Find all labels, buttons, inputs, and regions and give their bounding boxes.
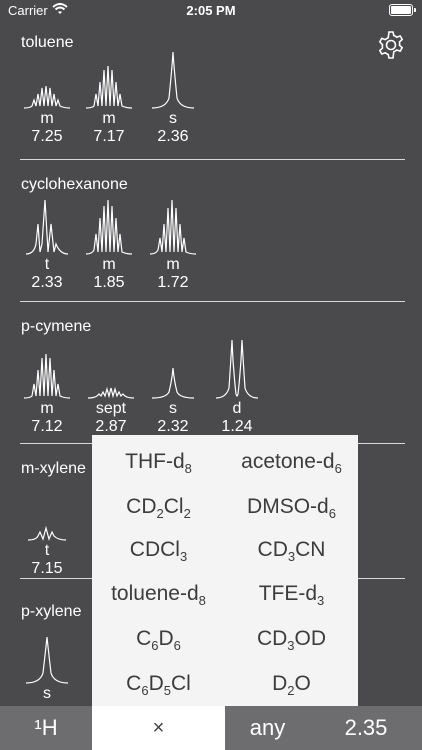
peak-signal: m 7.25 (22, 48, 72, 146)
solvent-option-thf-d8[interactable]: THF-d8 (92, 439, 225, 484)
multiplet-spectrum-icon (85, 65, 133, 109)
compound-name: m-xylene (21, 460, 86, 477)
peak-signal: t 7.15 (22, 480, 72, 578)
singlet-spectrum-icon (25, 636, 69, 684)
shift-filter-panel: any 2.35 (225, 706, 422, 750)
solvent-option-cd2cl2[interactable]: CD2Cl2 (92, 484, 225, 529)
peak-signal: s 2.32 (148, 338, 198, 436)
solvent-option-cd3cn[interactable]: CD3CN (225, 527, 358, 572)
multiplet-spectrum-icon (23, 353, 71, 399)
peak-signal: s 2.36 (148, 48, 198, 146)
peak-signal: sept 2.87 (86, 338, 136, 436)
nucleus-button[interactable]: ¹H (0, 706, 92, 750)
multiplet-spectrum-icon (149, 199, 197, 255)
peak-signal: t 2.33 (22, 194, 72, 292)
peak-signal: m 1.85 (84, 194, 134, 292)
solvent-option-acetone-d6[interactable]: acetone-d6 (225, 439, 358, 484)
section-divider (20, 159, 405, 160)
solvent-option-toluene-d8[interactable]: toluene-d8 (92, 571, 225, 616)
battery-icon (389, 4, 416, 16)
peak-signal: s (22, 623, 72, 703)
triplet-spectrum-icon (27, 525, 67, 541)
section-divider (20, 301, 405, 302)
singlet-spectrum-icon (151, 367, 195, 399)
status-bar: Carrier 2:05 PM (0, 0, 422, 22)
compound-p-cymene[interactable]: p-cymene m 7.12 sept 2.87 s 2.32 d 1.24 (0, 318, 422, 444)
solvent-option-c6d5cl[interactable]: C6D5Cl (92, 661, 225, 706)
solvent-option-cdcl3[interactable]: CDCl3 (92, 527, 225, 572)
peak-signal: m 1.72 (148, 194, 198, 292)
peak-signal: m 7.12 (22, 338, 72, 436)
solvent-option-c6d6[interactable]: C6D6 (92, 616, 225, 661)
peak-signal: m 7.17 (84, 48, 134, 146)
solvent-picker: THF-d8 acetone-d6 CD2Cl2 DMSO-d6 CDCl3 C… (92, 435, 358, 706)
triplet-spectrum-icon (25, 199, 69, 255)
close-solvent-picker-button[interactable]: × (92, 706, 225, 750)
peak-signal: d 1.24 (212, 338, 262, 436)
compound-name: p-xylene (21, 603, 82, 620)
singlet-spectrum-icon (151, 51, 195, 109)
status-time: 2:05 PM (186, 3, 236, 18)
compound-name: cyclohexanone (21, 176, 128, 193)
compound-name: p-cymene (21, 318, 92, 335)
doublet-spectrum-icon (215, 339, 259, 399)
solvent-option-cd3od[interactable]: CD3OD (225, 616, 358, 661)
multiplicity-filter-button[interactable]: any (225, 706, 310, 750)
solvent-option-d2o[interactable]: D2O (225, 661, 358, 706)
multiplet-spectrum-icon (23, 85, 71, 109)
solvent-option-dmso-d6[interactable]: DMSO-d6 (225, 484, 358, 529)
septet-spectrum-icon (87, 386, 135, 399)
shift-value-field[interactable]: 2.35 (310, 706, 422, 750)
bottom-toolbar: ¹H × any 2.35 (0, 706, 422, 750)
multiplet-spectrum-icon (85, 199, 133, 255)
compound-toluene[interactable]: toluene m 7.25 m 7.17 s 2.36 (0, 34, 422, 160)
compound-cyclohexanone[interactable]: cyclohexanone t 2.33 m 1.85 m 1.72 (0, 176, 422, 302)
solvent-option-tfe-d3[interactable]: TFE-d3 (225, 571, 358, 616)
